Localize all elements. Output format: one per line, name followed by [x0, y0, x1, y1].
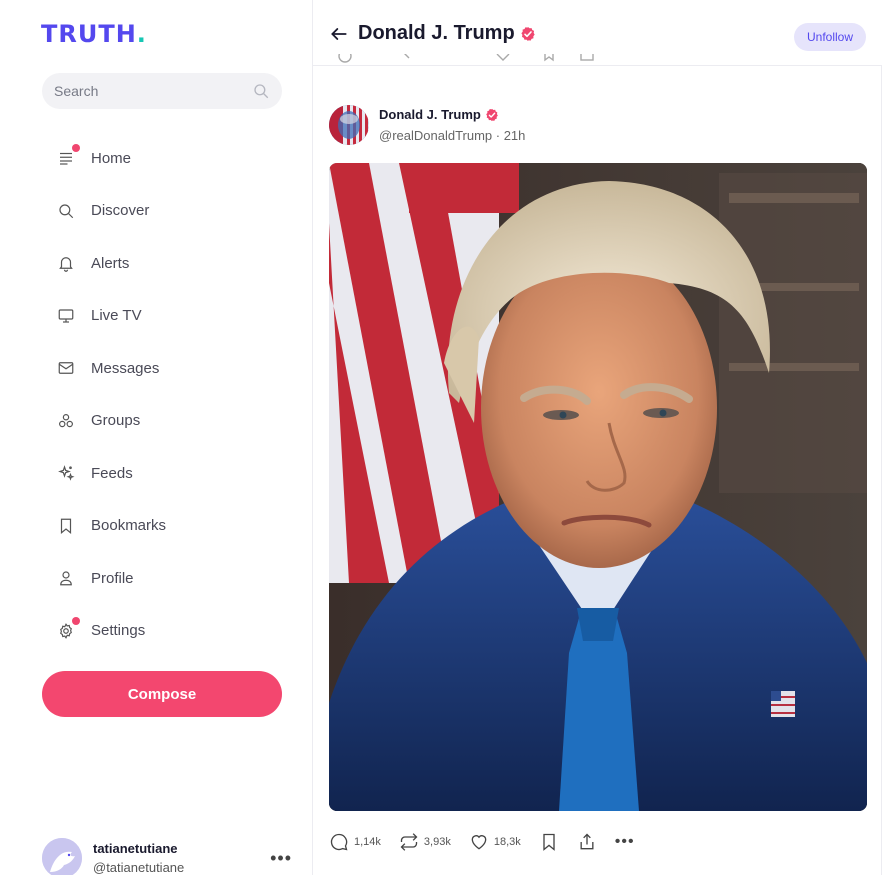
nav-item-profile[interactable]: Profile	[42, 552, 282, 605]
share-button[interactable]	[577, 832, 597, 852]
retruth-button[interactable]: 3,93k	[399, 832, 451, 852]
tv-icon	[56, 306, 76, 326]
nav-label: Feeds	[91, 464, 133, 482]
nav-label: Alerts	[91, 254, 130, 272]
nav-label: Messages	[91, 359, 160, 377]
nav-label: Groups	[91, 412, 141, 430]
home-icon	[56, 144, 80, 168]
profile-header: Donald J. Trump Unfollow	[313, 0, 882, 66]
reply-button[interactable]: 1,14k	[329, 832, 381, 852]
account-switcher[interactable]: tatianetutiane @tatianetutiane •••	[42, 838, 292, 875]
share-icon	[580, 833, 594, 850]
notification-dot	[72, 616, 80, 625]
like-button[interactable]: 18,3k	[469, 832, 521, 852]
heart-icon	[471, 835, 487, 850]
retruth-count: 3,93k	[423, 836, 451, 848]
sidebar: TRUTH. Home Discover Alerts Live TV Mess…	[0, 0, 313, 875]
nav-item-alerts[interactable]: Alerts	[42, 237, 282, 290]
avatar[interactable]	[42, 838, 82, 875]
mail-icon	[56, 358, 76, 378]
comment-icon	[330, 833, 348, 851]
bookmark-button[interactable]	[539, 832, 559, 852]
main-nav: Home Discover Alerts Live TV Messages Gr…	[42, 132, 282, 657]
account-handle: @tatianetutiane	[93, 860, 185, 875]
back-arrow-icon[interactable]	[329, 24, 349, 44]
nav-item-bookmarks[interactable]: Bookmarks	[42, 500, 282, 553]
author-avatar[interactable]	[329, 105, 369, 145]
nav-item-messages[interactable]: Messages	[42, 342, 282, 395]
groups-icon	[56, 411, 76, 431]
author-name[interactable]: Donald J. Trump	[379, 107, 481, 122]
truth-logo[interactable]: TRUTH.	[41, 20, 147, 48]
more-icon[interactable]: •••	[615, 833, 635, 851]
account-name: tatianetutiane	[93, 841, 178, 856]
nav-label: Live TV	[91, 307, 142, 325]
nav-item-live-tv[interactable]: Live TV	[42, 290, 282, 343]
nav-label: Settings	[91, 622, 146, 640]
sparkle-icon	[56, 463, 76, 483]
search-box[interactable]	[42, 73, 282, 109]
main-column: Donald J. Trump Unfollow Donald J. Trump…	[313, 0, 882, 875]
unfollow-button[interactable]: Unfollow	[794, 23, 866, 51]
repost-icon	[400, 833, 418, 851]
verified-badge-icon	[521, 26, 535, 41]
bookmark-icon	[543, 833, 555, 851]
compose-button[interactable]: Compose	[42, 671, 282, 717]
author-name-row: Donald J. Trump	[379, 107, 525, 122]
more-icon[interactable]: •••	[270, 848, 292, 869]
nav-label: Home	[91, 149, 132, 167]
nav-item-discover[interactable]: Discover	[42, 185, 282, 238]
nav-item-settings[interactable]: Settings	[42, 605, 282, 658]
post-image[interactable]	[329, 163, 867, 811]
reply-count: 1,14k	[354, 836, 381, 848]
bell-icon	[56, 253, 76, 273]
nav-item-groups[interactable]: Groups	[42, 395, 282, 448]
nav-label: Profile	[91, 569, 134, 587]
author-info: Donald J. Trump @realDonaldTrump · 21h	[379, 107, 525, 143]
user-icon	[56, 568, 76, 588]
account-names: tatianetutiane @tatianetutiane	[93, 841, 270, 875]
search-icon[interactable]	[252, 82, 270, 100]
nav-label: Discover	[91, 202, 150, 220]
header-title-wrap: Donald J. Trump	[358, 22, 536, 45]
gear-icon	[56, 616, 80, 641]
nav-item-home[interactable]: Home	[42, 132, 282, 185]
previous-post-actions-peek	[338, 54, 594, 63]
author-handle-time: @realDonaldTrump · 21h	[379, 128, 526, 143]
notification-dot	[72, 144, 80, 153]
search-input[interactable]	[54, 83, 252, 99]
post-actions: 1,14k 3,93k 18,3k •••	[329, 828, 867, 856]
like-count: 18,3k	[493, 836, 521, 848]
post-header: Donald J. Trump @realDonaldTrump · 21h	[329, 105, 525, 145]
nav-item-feeds[interactable]: Feeds	[42, 447, 282, 500]
verified-badge-icon	[486, 108, 498, 121]
search-icon	[56, 201, 76, 221]
nav-label: Bookmarks	[91, 517, 167, 535]
page-title: Donald J. Trump	[358, 22, 515, 44]
bookmark-icon	[56, 516, 76, 536]
